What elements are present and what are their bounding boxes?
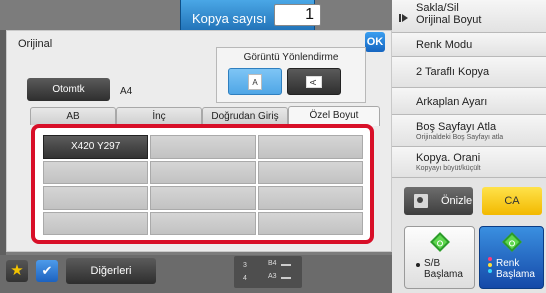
custom-size-slot-1[interactable]: X420 Y297	[43, 135, 149, 159]
copies-label: Kopya sayısı	[192, 11, 267, 26]
preview-label: Önizle	[441, 195, 473, 207]
orientation-landscape-button[interactable]: A	[287, 68, 341, 95]
bw-dot	[416, 263, 420, 267]
custom-size-slot-9[interactable]	[257, 186, 363, 210]
color-dot-yellow	[488, 263, 492, 267]
custom-size-slot-11[interactable]	[150, 211, 256, 235]
auto-size-button[interactable]: Otomtk	[27, 78, 110, 101]
color-start-line2: Başlama	[496, 269, 535, 280]
play-arrow-icon	[402, 14, 408, 22]
bw-start-line1: S/B	[424, 258, 441, 269]
tray-3-number: 3	[243, 262, 247, 269]
skip-blank-page-sub: Orijinaldeki Boş Sayfayı atla	[416, 134, 504, 141]
custom-size-slot-8[interactable]	[150, 186, 256, 210]
color-mode-label: Renk Modu	[416, 39, 473, 51]
paper-tray-status: 3 B4 4 A3	[234, 256, 302, 288]
color-mode-item[interactable]: Renk Modu	[392, 33, 546, 57]
background-adjust-label: Arkaplan Ayarı	[416, 96, 488, 108]
landscape-glyph: A	[309, 79, 319, 86]
custom-size-slot-5[interactable]	[150, 160, 256, 184]
play-bar-icon	[399, 14, 401, 22]
copy-ratio-item[interactable]: Kopya. Orani Kopyayı büyüt/küçült	[392, 147, 546, 178]
clear-all-button[interactable]: CA	[482, 187, 542, 215]
bw-start-line2: Başlama	[424, 269, 463, 280]
preview-icon	[414, 194, 428, 208]
copy-ratio-label: Kopya. Orani	[416, 152, 481, 164]
others-button[interactable]: Diğerleri	[66, 258, 156, 284]
preview-button[interactable]: Önizle	[404, 187, 473, 215]
color-start-line1: Renk	[496, 258, 520, 269]
bw-start-button[interactable]: S/B Başlama	[404, 226, 475, 289]
color-dot-magenta	[488, 257, 492, 261]
checkmark-icon[interactable]: ✔	[36, 260, 58, 282]
color-dot-cyan	[488, 269, 492, 273]
store-delete-label: Sakla/Sil	[416, 2, 459, 14]
skip-blank-page-label: Boş Sayfayı Atla	[416, 121, 497, 133]
tray-3-level-bar	[281, 264, 291, 266]
tray-4-number: 4	[243, 275, 247, 282]
custom-size-slot-6[interactable]	[257, 160, 363, 184]
store-delete-original-size-item[interactable]: Sakla/Sil Orijinal Boyut	[392, 0, 546, 33]
bottom-bar	[0, 255, 392, 293]
orientation-label: Görüntü Yönlendirme	[243, 52, 339, 63]
tray-3-size: B4	[268, 260, 277, 267]
tab-direct-entry[interactable]: Doğrudan Giriş	[202, 107, 288, 125]
favorites-star-icon[interactable]: ★	[6, 260, 28, 282]
custom-size-slot-2[interactable]	[150, 135, 256, 159]
tab-ab[interactable]: AB	[30, 107, 116, 125]
custom-size-grid: X420 Y297	[43, 135, 363, 235]
custom-size-slot-7[interactable]	[43, 186, 149, 210]
orientation-portrait-button[interactable]: A	[228, 68, 282, 95]
custom-size-slot-3[interactable]	[257, 135, 363, 159]
color-start-button[interactable]: Renk Başlama	[479, 226, 544, 289]
duplex-copy-item[interactable]: 2 Taraflı Kopya	[392, 57, 546, 88]
original-size-label: Orijinal Boyut	[416, 14, 482, 26]
custom-size-slot-12[interactable]	[257, 211, 363, 235]
copies-count-field[interactable]: 1	[274, 4, 321, 26]
custom-size-slot-4[interactable]	[43, 160, 149, 184]
skip-blank-page-item[interactable]: Boş Sayfayı Atla Orijinaldeki Boş Sayfay…	[392, 115, 546, 147]
duplex-copy-label: 2 Taraflı Kopya	[416, 66, 490, 78]
tray-4-level-bar	[281, 277, 291, 279]
background-adjust-item[interactable]: Arkaplan Ayarı	[392, 88, 546, 115]
tray-4-size: A3	[268, 273, 277, 280]
dialog-title: Orijinal	[18, 38, 53, 50]
copy-ratio-sub: Kopyayı büyüt/küçült	[416, 165, 481, 172]
landscape-paper-icon: A	[306, 76, 322, 88]
portrait-paper-icon: A	[248, 74, 262, 90]
start-icon	[430, 232, 450, 252]
tab-inch[interactable]: İnç	[116, 107, 202, 125]
auto-size-value: A4	[120, 86, 133, 97]
custom-size-slot-10[interactable]	[43, 211, 149, 235]
start-icon	[502, 232, 522, 252]
ok-button[interactable]: OK	[365, 32, 385, 52]
tab-custom-size[interactable]: Özel Boyut	[288, 106, 380, 126]
